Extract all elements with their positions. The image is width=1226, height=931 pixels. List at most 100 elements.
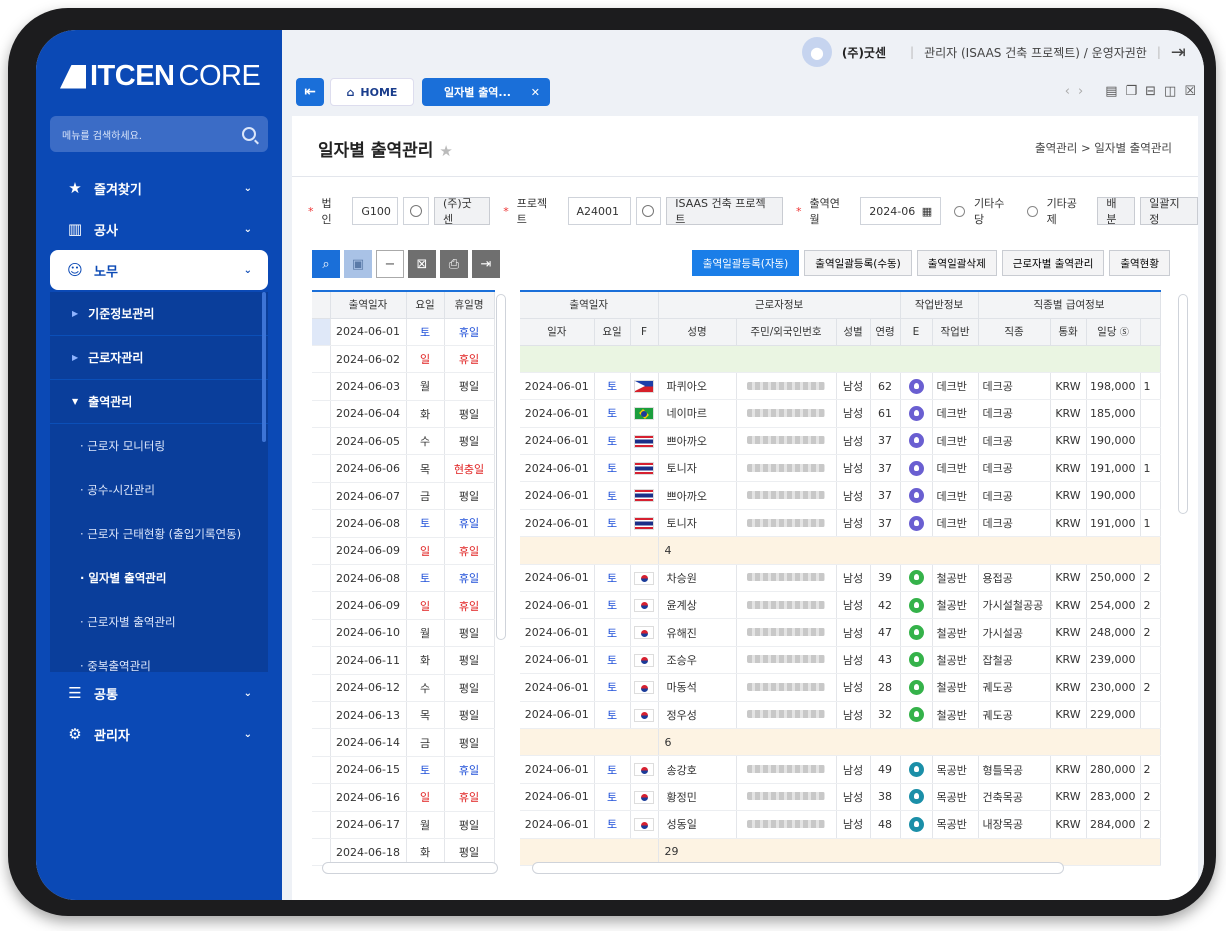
column-header[interactable]: 직종 bbox=[978, 318, 1051, 346]
bulk-register-auto-button[interactable]: 출역일괄등록(자동) bbox=[691, 250, 800, 276]
column-header[interactable]: 주민/외국인번호 bbox=[736, 318, 837, 346]
attendance-status-button[interactable]: 출역현황 bbox=[1109, 250, 1170, 276]
table-row[interactable]: 2024-06-09 일 휴일 bbox=[312, 537, 495, 566]
table-row[interactable]: 2024-06-17 월 평일 bbox=[312, 811, 495, 839]
collapse-sidebar-button[interactable]: ⇤ bbox=[296, 78, 324, 106]
submenu-worker-monitoring[interactable]: · 근로자 모니터링 bbox=[50, 424, 268, 468]
column-header[interactable]: 성별 bbox=[836, 318, 871, 346]
table-row[interactable]: 2024-06-01 토 토니자 남성 37 데크반 데크공 KRW 191,000 1 bbox=[520, 509, 1161, 538]
table-row[interactable]: 2024-06-01 토 윤계상 남성 42 철공반 가시설철공공 KRW 254,000 2 bbox=[520, 591, 1161, 620]
table-row[interactable]: 2024-06-01 토 송강호 남성 49 목공반 형틀목공 KRW 280,000 2 bbox=[520, 755, 1161, 784]
export-button[interactable]: ⇥ bbox=[472, 250, 500, 278]
column-header[interactable]: 요일 bbox=[594, 318, 631, 346]
project-code-input[interactable]: A24001 bbox=[567, 197, 631, 225]
month-picker[interactable]: 2024-06 ▦ bbox=[860, 197, 942, 225]
table-row[interactable]: 2024-06-08 토 휴일 bbox=[312, 509, 495, 538]
close-icon[interactable]: ✕ bbox=[531, 86, 540, 99]
tab-home[interactable]: ⌂ HOME bbox=[330, 78, 414, 106]
print-button[interactable]: ⎙ bbox=[440, 250, 468, 278]
nav-construction[interactable]: ▥ 공사 ⌄ bbox=[50, 209, 268, 249]
search-icon[interactable] bbox=[242, 127, 256, 141]
table-row[interactable]: 2024-06-01 토 조승우 남성 43 철공반 잡철공 KRW 239,000 bbox=[520, 646, 1161, 675]
column-header[interactable]: 통화 bbox=[1050, 318, 1087, 346]
table-row[interactable]: 2024-06-01 토 정우성 남성 32 철공반 궤도공 KRW 229,000 bbox=[520, 701, 1161, 729]
worker-grid-vertical-scrollbar[interactable] bbox=[1178, 294, 1188, 514]
table-row[interactable]: 2024-06-08 토 휴일 bbox=[312, 564, 495, 593]
radio-other-allowance[interactable] bbox=[954, 205, 965, 217]
avatar[interactable]: ● bbox=[801, 37, 832, 67]
column-header[interactable]: 요일 bbox=[406, 291, 445, 319]
column-header[interactable]: 연령 bbox=[870, 318, 901, 346]
submenu-base-info[interactable]: ▶ 기준정보관리 bbox=[50, 292, 268, 336]
subtotal-row[interactable]: 4 bbox=[520, 536, 1161, 565]
project-search-button[interactable] bbox=[635, 197, 662, 225]
column-header[interactable]: 일당 Ⓢ bbox=[1086, 318, 1141, 346]
table-row[interactable]: 2024-06-14 금 평일 bbox=[312, 728, 495, 757]
list-view-icon[interactable]: ▤ bbox=[1105, 84, 1117, 99]
table-row[interactable]: 2024-06-06 목 현충일 bbox=[312, 454, 495, 483]
table-row[interactable]: 2024-06-01 토 네이마르 남성 61 데크반 데크공 KRW 185,000 bbox=[520, 399, 1161, 428]
table-row[interactable]: 2024-06-05 수 평일 bbox=[312, 427, 495, 456]
submenu-worker-attendance-status[interactable]: · 근로자 근태현황 (출입기록연동) bbox=[50, 512, 268, 556]
table-row[interactable]: 2024-06-11 화 평일 bbox=[312, 646, 495, 675]
remove-row-button[interactable]: − bbox=[376, 250, 404, 278]
tab-daily-attendance[interactable]: 일자별 출역... ✕ bbox=[422, 78, 550, 106]
radio-other-deduction[interactable] bbox=[1026, 205, 1038, 217]
table-row[interactable]: 2024-06-07 금 평일 bbox=[312, 482, 495, 511]
excel-button[interactable]: ⊠ bbox=[408, 250, 436, 278]
bulk-assign-button[interactable]: 일괄지정 bbox=[1140, 197, 1198, 226]
column-header[interactable]: 휴일명 bbox=[444, 291, 495, 319]
date-grid-horizontal-scrollbar[interactable] bbox=[322, 862, 498, 874]
menu-search-input[interactable]: 메뉴를 검색하세요. bbox=[50, 116, 268, 152]
table-row[interactable]: 2024-06-12 수 평일 bbox=[312, 674, 495, 702]
date-grid-vertical-scrollbar[interactable] bbox=[496, 294, 506, 640]
split-vertical-icon[interactable]: ◫ bbox=[1164, 84, 1176, 99]
cascade-view-icon[interactable]: ❐ bbox=[1125, 84, 1137, 99]
logout-icon[interactable]: ⇥ bbox=[1171, 42, 1186, 63]
table-row[interactable]: 2024-06-15 토 휴일 bbox=[312, 756, 495, 785]
table-row[interactable]: 2024-06-01 토 마동석 남성 28 철공반 궤도공 KRW 230,000 2 bbox=[520, 673, 1161, 702]
submenu-daily-attendance[interactable]: · 일자별 출역관리 bbox=[50, 556, 268, 600]
table-row[interactable]: 2024-06-13 목 평일 bbox=[312, 701, 495, 730]
filter-row[interactable] bbox=[520, 345, 1161, 373]
bulk-register-manual-button[interactable]: 출역일괄등록(수동) bbox=[804, 250, 912, 276]
worker-grid-horizontal-scrollbar[interactable] bbox=[532, 862, 1064, 874]
table-row[interactable]: 2024-06-04 화 평일 bbox=[312, 400, 495, 429]
table-row[interactable]: 2024-06-01 토 휴일 bbox=[312, 318, 495, 346]
submenu-worker-attendance[interactable]: · 근로자별 출역관리 bbox=[50, 600, 268, 644]
bulk-delete-button[interactable]: 출역일괄삭제 bbox=[916, 250, 997, 276]
filter-cell[interactable] bbox=[520, 345, 1161, 373]
column-header[interactable]: 작업반 bbox=[932, 318, 979, 346]
nav-favorites[interactable]: ★ 즐겨찾기 ⌄ bbox=[50, 168, 268, 208]
submenu-hours[interactable]: · 공수-시간관리 bbox=[50, 468, 268, 512]
column-header[interactable]: E bbox=[900, 318, 933, 346]
submenu-worker[interactable]: ▶ 근로자관리 bbox=[50, 336, 268, 380]
save-button[interactable]: ▣ bbox=[344, 250, 372, 278]
table-row[interactable]: 2024-06-09 일 휴일 bbox=[312, 591, 495, 620]
table-row[interactable]: 2024-06-01 토 파퀴아오 남성 62 데크반 데크공 KRW 198,000 1 bbox=[520, 372, 1161, 401]
distribute-button[interactable]: 배분 bbox=[1097, 197, 1136, 226]
favorite-star-icon[interactable]: ★ bbox=[439, 142, 452, 160]
search-button[interactable]: ⌕ bbox=[312, 250, 340, 278]
corp-search-button[interactable] bbox=[403, 197, 429, 225]
nav-admin[interactable]: ⚙ 관리자 ⌄ bbox=[50, 714, 268, 754]
table-row[interactable]: 2024-06-01 토 유해진 남성 47 철공반 가시설공 KRW 248,000 2 bbox=[520, 618, 1161, 647]
table-row[interactable]: 2024-06-03 월 평일 bbox=[312, 372, 495, 401]
table-row[interactable]: 2024-06-01 토 쁘아까오 남성 37 데크반 데크공 KRW 190,000 bbox=[520, 427, 1161, 456]
worker-attendance-button[interactable]: 근로자별 출역관리 bbox=[1001, 250, 1105, 276]
submenu-attendance[interactable]: ▼ 출역관리 bbox=[50, 380, 268, 424]
nav-common[interactable]: ☰ 공통 ⌄ bbox=[50, 673, 268, 713]
submenu-scrollbar[interactable] bbox=[262, 292, 266, 442]
column-header[interactable]: F bbox=[630, 318, 659, 346]
table-row[interactable]: 2024-06-10 월 평일 bbox=[312, 619, 495, 648]
column-header[interactable]: 출역일자 bbox=[330, 291, 407, 319]
submenu-duplicate-attendance[interactable]: · 중복출역관리 bbox=[50, 644, 268, 672]
table-row[interactable]: 2024-06-01 토 성동일 남성 48 목공반 내장목공 KRW 284,000 2 bbox=[520, 810, 1161, 839]
nav-labor[interactable]: ☺ 노무 ⌄ bbox=[50, 250, 268, 290]
chevron-right-icon[interactable]: › bbox=[1078, 84, 1083, 99]
table-row[interactable]: 2024-06-01 토 차승원 남성 39 철공반 용접공 KRW 250,000 2 bbox=[520, 564, 1161, 593]
table-row[interactable]: 2024-06-01 토 토니자 남성 37 데크반 데크공 KRW 191,000 1 bbox=[520, 454, 1161, 483]
subtotal-row[interactable]: 6 bbox=[520, 728, 1161, 757]
column-header[interactable]: 일자 bbox=[520, 318, 595, 346]
split-horizontal-icon[interactable]: ⊟ bbox=[1145, 84, 1156, 99]
